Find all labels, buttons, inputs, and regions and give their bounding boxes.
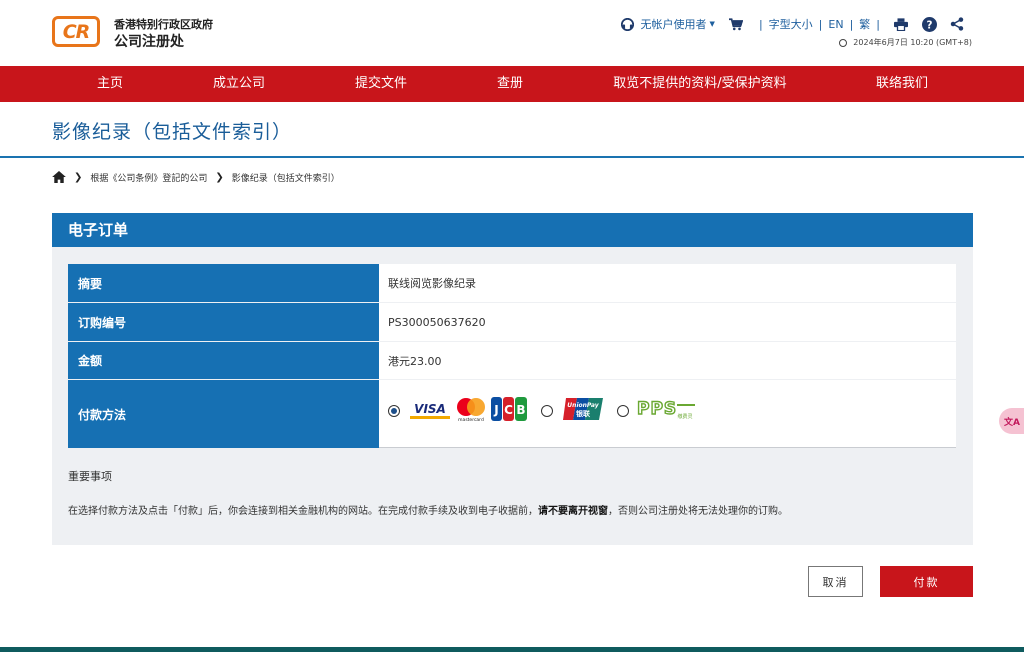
order-card-heading: 电子订单 xyxy=(52,213,973,247)
row-label: 订购编号 xyxy=(68,303,379,341)
divider: | xyxy=(818,17,823,31)
divider: | xyxy=(849,17,854,31)
svg-text:C: C xyxy=(504,403,513,417)
home-icon[interactable] xyxy=(52,171,66,183)
mastercard-logo: mastercard xyxy=(454,396,488,425)
chevron-right-icon: ❯ xyxy=(215,171,224,183)
chevron-down-icon: ▼ xyxy=(709,20,715,28)
breadcrumb-current: 影像纪录（包括文件索引） xyxy=(231,173,340,184)
notes-text: 在选择付款方法及点击「付款」后，你会连接到相关金融机构的网站。在完成付款手续及收… xyxy=(68,502,788,517)
nav-item-submit-documents[interactable]: 提交文件 xyxy=(355,66,407,102)
chevron-right-icon: ❯ xyxy=(74,171,83,183)
page-title: 影像纪录（包括文件索引） xyxy=(52,121,293,143)
row-value: PS300050637620 xyxy=(379,303,956,341)
unionpay-logo: UnionPay 银联 xyxy=(563,396,603,425)
payment-methods-cell: VISA mastercard JCB UnionPay 银联 PPS 缴费灵 xyxy=(379,380,956,448)
nav-item-incorporate[interactable]: 成立公司 xyxy=(213,66,265,102)
svg-text:mastercard: mastercard xyxy=(458,417,484,422)
notes-text-post: ，否则公司注册处将无法处理你的订购。 xyxy=(608,506,788,517)
breadcrumb: ❯ 根据《公司条例》登記的公司 ❯ 影像纪录（包括文件索引） xyxy=(52,169,340,185)
visa-logo: VISA xyxy=(410,398,450,423)
notes-text-pre: 在选择付款方法及点击「付款」后，你会连接到相关金融机构的网站。在完成付款手续及收… xyxy=(68,506,538,517)
row-label: 付款方法 xyxy=(68,380,379,448)
font-size-link[interactable]: 字型大小 xyxy=(769,16,813,32)
breadcrumb-item[interactable]: 根据《公司条例》登記的公司 xyxy=(90,171,207,184)
pay-button[interactable]: 付款 xyxy=(880,566,973,597)
main-nav: 主页 成立公司 提交文件 查册 取览不提供的资料/受保护资料 联络我们 xyxy=(0,66,1024,102)
notes-title: 重要事项 xyxy=(68,470,112,483)
payment-methods: VISA mastercard JCB UnionPay 银联 PPS 缴费灵 xyxy=(388,396,697,425)
lang-en-link[interactable]: EN xyxy=(828,18,843,31)
svg-text:缴费灵: 缴费灵 xyxy=(677,413,692,420)
cancel-button[interactable]: 取消 xyxy=(808,566,863,597)
radio-unionpay[interactable] xyxy=(541,404,553,417)
svg-text:?: ? xyxy=(926,19,932,31)
order-card: 电子订单 摘要 联线阅览影像纪录 订购编号 PS300050637620 金额 … xyxy=(52,213,973,545)
nav-item-search[interactable]: 查册 xyxy=(497,66,523,102)
nav-item-protected-info[interactable]: 取览不提供的资料/受保护资料 xyxy=(613,66,786,102)
timestamp: 2024年6月7日 10:20 (GMT+8) xyxy=(839,37,972,48)
row-value: 联线阅览影像纪录 xyxy=(379,264,956,302)
nav-item-contact[interactable]: 联络我们 xyxy=(876,66,928,102)
table-row: 付款方法 VISA mastercard JCB UnionPay 银联 PPS… xyxy=(68,380,956,448)
user-icon xyxy=(619,15,637,33)
cart-icon[interactable] xyxy=(727,15,745,33)
org-name-line1: 香港特别行政区政府 xyxy=(114,18,213,31)
table-row: 金额 港元23.00 xyxy=(68,342,956,379)
footer-bar xyxy=(0,647,1024,652)
pps-logo: PPS 缴费灵 xyxy=(636,398,697,423)
svg-text:J: J xyxy=(493,403,498,417)
row-label: 金额 xyxy=(68,342,379,379)
svg-text:B: B xyxy=(516,403,525,417)
user-label: 无帐户使用者 xyxy=(640,18,707,31)
site-header: CR 香港特别行政区政府 公司注册处 无帐户使用者 ▼ | 字型大小 | EN … xyxy=(0,0,1024,66)
user-menu[interactable]: 无帐户使用者 ▼ xyxy=(619,15,715,33)
cr-logo[interactable]: CR xyxy=(52,16,100,47)
table-row: 摘要 联线阅览影像纪录 xyxy=(68,264,956,302)
divider: | xyxy=(758,17,763,31)
lang-tc-link[interactable]: 繁 xyxy=(859,16,870,32)
jcb-logo: JCB xyxy=(491,397,527,424)
clock-icon xyxy=(839,38,848,47)
share-icon[interactable] xyxy=(948,15,966,33)
table-row: 订购编号 PS300050637620 xyxy=(68,303,956,341)
translate-tab[interactable]: 文A xyxy=(999,408,1024,434)
radio-card-payment[interactable] xyxy=(388,404,400,417)
nav-item-home[interactable]: 主页 xyxy=(97,66,123,102)
help-icon[interactable]: ? xyxy=(920,15,938,33)
title-divider xyxy=(0,156,1024,158)
svg-text:UnionPay: UnionPay xyxy=(567,402,599,409)
utility-bar: 无帐户使用者 ▼ | 字型大小 | EN | 繁 | ? xyxy=(619,15,966,33)
org-name-line2: 公司注册处 xyxy=(114,34,184,50)
row-label: 摘要 xyxy=(68,264,379,302)
logo-text: CR xyxy=(62,20,91,43)
print-icon[interactable] xyxy=(892,15,910,33)
svg-text:银联: 银联 xyxy=(576,409,591,418)
row-value: 港元23.00 xyxy=(379,342,956,379)
svg-text:VISA: VISA xyxy=(414,402,446,416)
notes-text-bold: 请不要离开视窗 xyxy=(538,506,608,517)
svg-text:PPS: PPS xyxy=(637,399,677,419)
radio-pps[interactable] xyxy=(617,404,629,417)
divider: | xyxy=(876,17,880,31)
timestamp-text: 2024年6月7日 10:20 (GMT+8) xyxy=(853,38,972,47)
